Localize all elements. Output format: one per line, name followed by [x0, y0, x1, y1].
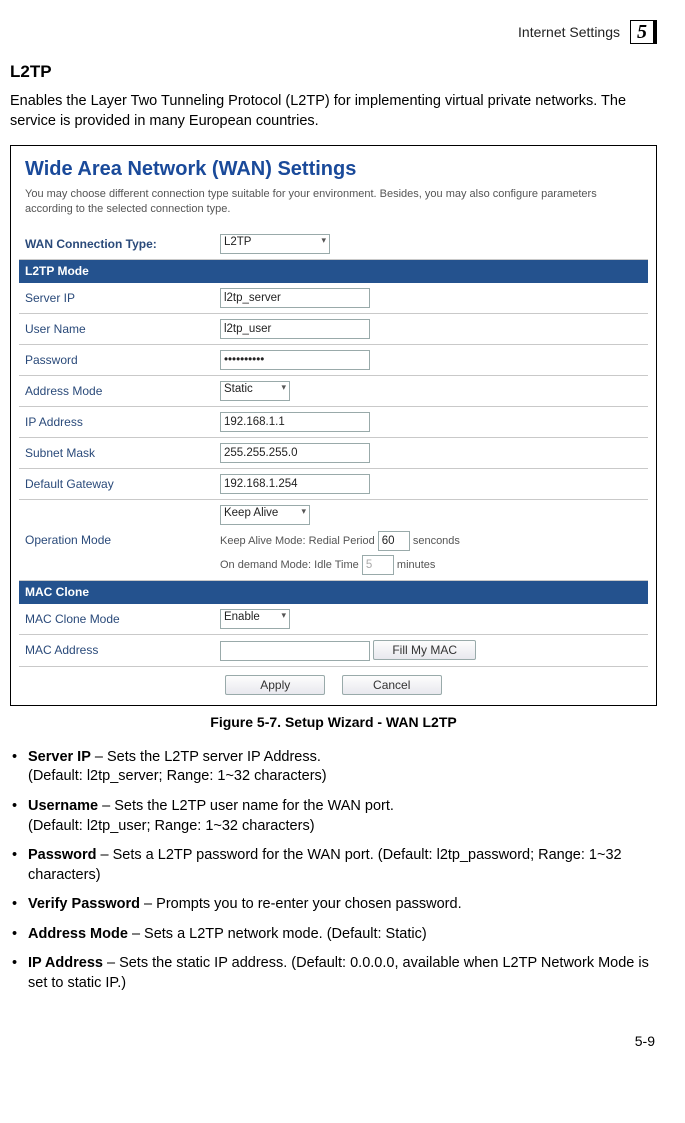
address-mode-value: Static: [224, 383, 253, 395]
desc-text: – Sets the L2TP user name for the WAN po…: [98, 798, 394, 814]
subnet-mask-label: Subnet Mask: [19, 437, 214, 468]
operation-mode-label: Operation Mode: [19, 499, 214, 580]
server-ip-input[interactable]: [220, 288, 370, 308]
subnet-mask-input[interactable]: [220, 443, 370, 463]
username-label: User Name: [19, 313, 214, 344]
wan-conn-value: L2TP: [224, 236, 252, 248]
username-input[interactable]: [220, 319, 370, 339]
chevron-down-icon: ▾: [301, 506, 306, 517]
operation-mode-value: Keep Alive: [224, 507, 278, 519]
mac-clone-mode-select[interactable]: Enable ▾: [220, 609, 290, 629]
term-username: Username: [28, 798, 98, 814]
chapter-number: 5: [630, 20, 657, 44]
chevron-down-icon: ▾: [281, 610, 286, 621]
mac-clone-mode-value: Enable: [224, 611, 260, 623]
page-number: 5-9: [10, 1033, 657, 1049]
list-item: Verify Password – Prompts you to re-ente…: [10, 895, 657, 915]
settings-form: WAN Connection Type: L2TP ▾ L2TP Mode Se…: [19, 229, 648, 667]
mac-address-label: MAC Address: [19, 634, 214, 666]
idle-time-unit: minutes: [397, 559, 436, 571]
apply-button[interactable]: Apply: [225, 675, 325, 695]
redial-period-text: Keep Alive Mode: Redial Period: [220, 535, 375, 547]
list-item: Address Mode – Sets a L2TP network mode.…: [10, 925, 657, 945]
list-item: Username – Sets the L2TP user name for t…: [10, 797, 657, 836]
list-item: Password – Sets a L2TP password for the …: [10, 846, 657, 885]
address-mode-label: Address Mode: [19, 375, 214, 406]
term-address-mode: Address Mode: [28, 926, 128, 942]
redial-period-input[interactable]: [378, 531, 410, 551]
panel-title: Wide Area Network (WAN) Settings: [19, 154, 648, 187]
list-item: IP Address – Sets the static IP address.…: [10, 954, 657, 993]
mac-address-input[interactable]: [220, 641, 370, 661]
header-title: Internet Settings: [518, 24, 620, 40]
figure-caption: Figure 5-7. Setup Wizard - WAN L2TP: [10, 714, 657, 730]
section-intro: Enables the Layer Two Tunneling Protocol…: [10, 92, 657, 131]
term-ip-address: IP Address: [28, 955, 103, 971]
address-mode-select[interactable]: Static ▾: [220, 381, 290, 401]
wan-conn-label: WAN Connection Type:: [19, 229, 214, 260]
desc-text: (Default: l2tp_server; Range: 1~32 chara…: [28, 768, 327, 784]
operation-mode-select[interactable]: Keep Alive ▾: [220, 505, 310, 525]
desc-text: – Sets a L2TP password for the WAN port.…: [28, 847, 622, 883]
server-ip-label: Server IP: [19, 282, 214, 313]
default-gateway-input[interactable]: [220, 474, 370, 494]
section-heading: L2TP: [10, 62, 657, 82]
desc-text: (Default: l2tp_user; Range: 1~32 charact…: [28, 818, 315, 834]
ip-address-label: IP Address: [19, 406, 214, 437]
term-server-ip: Server IP: [28, 749, 91, 765]
redial-period-unit: senconds: [413, 535, 460, 547]
cancel-button[interactable]: Cancel: [342, 675, 442, 695]
idle-time-input[interactable]: [362, 555, 394, 575]
panel-subtitle: You may choose different connection type…: [19, 187, 648, 229]
password-label: Password: [19, 344, 214, 375]
description-list: Server IP – Sets the L2TP server IP Addr…: [10, 748, 657, 994]
desc-text: – Prompts you to re-enter your chosen pa…: [140, 896, 462, 912]
ip-address-input[interactable]: [220, 412, 370, 432]
term-password: Password: [28, 847, 97, 863]
password-input[interactable]: [220, 350, 370, 370]
fill-my-mac-button[interactable]: Fill My MAC: [373, 640, 476, 660]
screenshot-frame: Wide Area Network (WAN) Settings You may…: [10, 145, 657, 706]
wan-conn-select[interactable]: L2TP ▾: [220, 234, 330, 254]
term-verify-password: Verify Password: [28, 896, 140, 912]
chevron-down-icon: ▾: [321, 235, 326, 246]
default-gateway-label: Default Gateway: [19, 468, 214, 499]
chevron-down-icon: ▾: [281, 382, 286, 393]
idle-time-text: On demand Mode: Idle Time: [220, 559, 359, 571]
desc-text: – Sets a L2TP network mode. (Default: St…: [128, 926, 427, 942]
group-mac-clone: MAC Clone: [19, 580, 648, 603]
desc-text: – Sets the static IP address. (Default: …: [28, 955, 649, 991]
mac-clone-mode-label: MAC Clone Mode: [19, 603, 214, 634]
list-item: Server IP – Sets the L2TP server IP Addr…: [10, 748, 657, 787]
desc-text: – Sets the L2TP server IP Address.: [91, 749, 321, 765]
group-l2tp-mode: L2TP Mode: [19, 259, 648, 282]
